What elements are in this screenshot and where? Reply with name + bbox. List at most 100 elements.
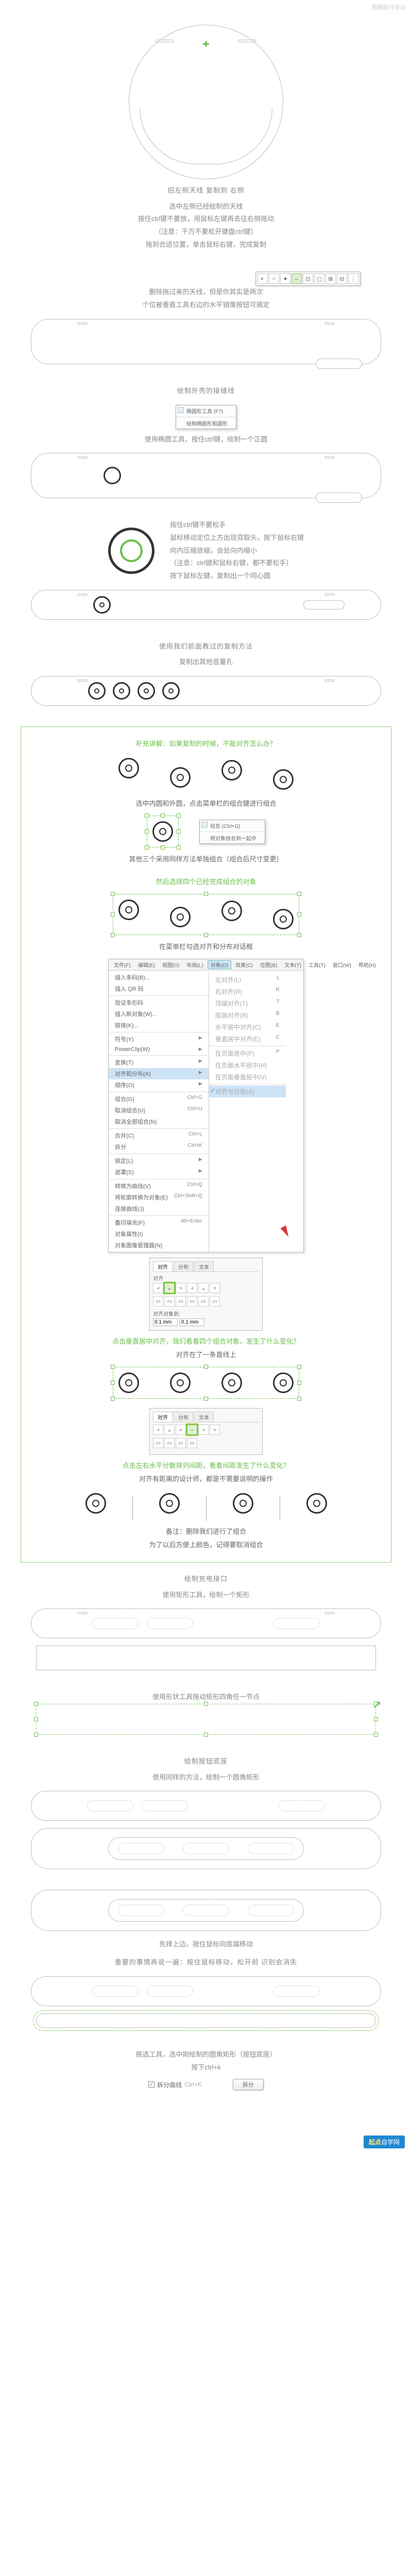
tool-5[interactable]: ▢ <box>314 274 324 284</box>
mright-0[interactable]: 左对齐(L)L <box>209 974 286 986</box>
menu-4[interactable]: 对象(O) <box>208 960 231 969</box>
d7[interactable]: ▭ <box>153 1438 163 1448</box>
mleft-15[interactable]: 锁定(L)▶ <box>109 1155 209 1166</box>
mirror-toolbar[interactable]: ◐ ○ ● ↔ ⊡ ▢ ⊞ ⊟ ⋮ <box>255 272 360 286</box>
mleft-18[interactable]: 将轮廓转换为对象(E)Ctrl+Shift+Q <box>109 1192 209 1203</box>
tab-align[interactable]: 对齐 <box>153 1261 173 1272</box>
ellipse-tool-row[interactable]: 椭圆形工具 (F7) <box>176 405 236 416</box>
tab-text2[interactable]: 文本 <box>194 1412 214 1422</box>
mleft-12[interactable]: 取消全部组合(N) <box>109 1116 209 1127</box>
align-palette-1[interactable]: 对齐 分布 文本 对齐 ⫞ ⫠ ⫟ ⫞ ⫠ ⫟ ▭ ▭ ▭ ▭ ▭ ▭ 对齐对象… <box>149 1258 263 1331</box>
al-b2[interactable]: ▭ <box>164 1296 175 1307</box>
d1[interactable]: ⫞ <box>153 1425 163 1435</box>
mright-3[interactable]: 底端对齐(B)B <box>209 1009 286 1021</box>
dash-rect[interactable]: ↗ <box>36 1704 376 1735</box>
al-b5[interactable]: ▭ <box>198 1296 209 1307</box>
site-badge[interactable]: 起点自学网 <box>364 2136 405 2148</box>
d6[interactable]: ⫟ <box>210 1425 220 1435</box>
al-6[interactable]: ⫟ <box>210 1283 220 1293</box>
tab-align2[interactable]: 对齐 <box>153 1412 173 1422</box>
tool-7[interactable]: ⊟ <box>337 274 347 284</box>
palette-tabs[interactable]: 对齐 分布 文本 <box>153 1261 259 1272</box>
mleft-17[interactable]: 转换为曲线(V)Ctrl+Q <box>109 1180 209 1192</box>
mright-6[interactable]: 在页面居中(P)P <box>209 1047 286 1059</box>
tool-2[interactable]: ● <box>280 274 290 284</box>
menu-2[interactable]: 视图(V) <box>159 960 182 969</box>
menu-9[interactable]: 窗口(W) <box>330 960 354 969</box>
al-b3[interactable]: ▭ <box>176 1296 186 1307</box>
al-4[interactable]: ⫞ <box>187 1283 197 1293</box>
mleft-13[interactable]: 合并(C)Ctrl+L <box>109 1130 209 1141</box>
align-dropdown[interactable]: 文件(F)编辑(E)视图(V)布局(L)对象(O)效果(C)位图(B)文本(T)… <box>108 959 304 1252</box>
mright-9[interactable]: ✓对齐与分布(A) <box>209 1086 286 1097</box>
d8[interactable]: ▭ <box>164 1438 175 1448</box>
d5[interactable]: ⫞ <box>198 1425 209 1435</box>
mleft-22[interactable]: 对象图像管理器(N) <box>109 1240 209 1251</box>
mleft-21[interactable]: 对象属性(I) <box>109 1228 209 1240</box>
mleft-1[interactable]: 插入 QR 码 <box>109 983 209 994</box>
resize-arrow-icon[interactable]: ↗ <box>372 1698 382 1711</box>
split-button[interactable]: 拆分 <box>233 2079 264 2090</box>
menu-7[interactable]: 文本(T) <box>281 960 304 969</box>
d3[interactable]: ⫟ <box>176 1425 186 1435</box>
mleft-9[interactable]: 顺序(O)▶ <box>109 1079 209 1091</box>
d9[interactable]: ▭ <box>176 1438 186 1448</box>
tool-6[interactable]: ⊞ <box>325 274 336 284</box>
al-1[interactable]: ⫞ <box>153 1283 163 1293</box>
al-3[interactable]: ⫟ <box>176 1283 186 1293</box>
menu-10[interactable]: 帮助(H) <box>355 960 379 969</box>
mleft-2[interactable]: 验证条形码 <box>109 997 209 1008</box>
mleft-14[interactable]: 拆分Ctrl+K <box>109 1141 209 1153</box>
menu-5[interactable]: 效果(C) <box>232 960 256 969</box>
mleft-16[interactable]: 遮罩(S)▶ <box>109 1166 209 1178</box>
mright-2[interactable]: 顶端对齐(T)T <box>209 997 286 1009</box>
menubar[interactable]: 文件(F)编辑(E)视图(V)布局(L)对象(O)效果(C)位图(B)文本(T)… <box>109 959 303 971</box>
al-vcenter[interactable]: ⫠ <box>164 1283 175 1293</box>
al-5[interactable]: ⫠ <box>198 1283 209 1293</box>
tool-0[interactable]: ◐ <box>258 274 268 284</box>
tool-4[interactable]: ⊡ <box>303 274 313 284</box>
checkbox-icon[interactable]: ✓ <box>148 2081 154 2088</box>
mleft-20[interactable]: 叠印填充(F)Alt+Enter <box>109 1217 209 1228</box>
d-hdist[interactable]: ⇔ <box>187 1425 197 1435</box>
mleft-19[interactable]: 连接曲线(J) <box>109 1203 209 1214</box>
mleft-7[interactable]: 变换(T)▶ <box>109 1057 209 1068</box>
pal-input-x[interactable] <box>153 1318 178 1326</box>
mleft-5[interactable]: 符号(Y)▶ <box>109 1033 209 1045</box>
menu-1[interactable]: 编辑(E) <box>135 960 158 969</box>
group-ctx[interactable]: 组合 (Ctrl+G) 将对象组合到一起中 <box>199 820 265 844</box>
menu-left[interactable]: 插入条码(B)...插入 QR 码验证条形码插入新对象(W)...链接(K)..… <box>109 971 209 1252</box>
tab-dist[interactable]: 分布 <box>174 1261 193 1272</box>
mright-4[interactable]: 水平居中对齐(C)E <box>209 1021 286 1033</box>
tool-1[interactable]: ○ <box>269 274 279 284</box>
pal-input-y[interactable] <box>180 1318 204 1326</box>
menu-6[interactable]: 位图(B) <box>257 960 280 969</box>
mright-8[interactable]: 在页面垂直居中(V) <box>209 1071 286 1083</box>
mleft-10[interactable]: 组合(G)Ctrl+G <box>109 1093 209 1105</box>
al-b1[interactable]: ▭ <box>153 1296 163 1307</box>
menu-right[interactable]: 左对齐(L)L右对齐(R)R顶端对齐(T)T底端对齐(B)B水平居中对齐(C)E… <box>209 973 286 1252</box>
al-b4[interactable]: ▭ <box>187 1296 197 1307</box>
tab-text[interactable]: 文本 <box>194 1261 214 1272</box>
d10[interactable]: ▭ <box>187 1438 197 1448</box>
align-icons-1b[interactable]: ▭ ▭ ▭ ▭ ▭ ▭ <box>153 1296 259 1307</box>
mleft-8[interactable]: 对齐和分布(A)▶ <box>109 1068 209 1079</box>
al-b6[interactable]: ▭ <box>210 1296 220 1307</box>
tool-mirror[interactable]: ↔ <box>291 274 302 284</box>
menu-3[interactable]: 布局(L) <box>183 960 206 969</box>
menu-0[interactable]: 文件(F) <box>111 960 134 969</box>
align-palette-2[interactable]: 对齐 分布 文本 ⫞ ⫠ ⫟ ⇔ ⫞ ⫟ ▭ ▭ ▭ ▭ <box>149 1408 263 1455</box>
mleft-3[interactable]: 插入新对象(W)... <box>109 1008 209 1020</box>
menu-8[interactable]: 工具(T) <box>305 960 329 969</box>
tool-8[interactable]: ⋮ <box>348 274 358 284</box>
d2[interactable]: ⫠ <box>164 1425 175 1435</box>
mright-5[interactable]: 垂直居中对齐(E)C <box>209 1033 286 1045</box>
mleft-4[interactable]: 链接(K)... <box>109 1020 209 1031</box>
mleft-6[interactable]: PowerClip(W)▶ <box>109 1045 209 1054</box>
split-checkbox[interactable]: ✓ 拆分曲线 Ctrl+K <box>148 2080 202 2089</box>
tab-dist2[interactable]: 分布 <box>174 1412 193 1422</box>
mleft-11[interactable]: 取消组合(U)Ctrl+U <box>109 1105 209 1116</box>
mright-1[interactable]: 右对齐(R)R <box>209 986 286 997</box>
align-icons-1[interactable]: ⫞ ⫠ ⫟ ⫞ ⫠ ⫟ <box>153 1283 259 1293</box>
mright-7[interactable]: 在页面水平居中(H) <box>209 1059 286 1071</box>
